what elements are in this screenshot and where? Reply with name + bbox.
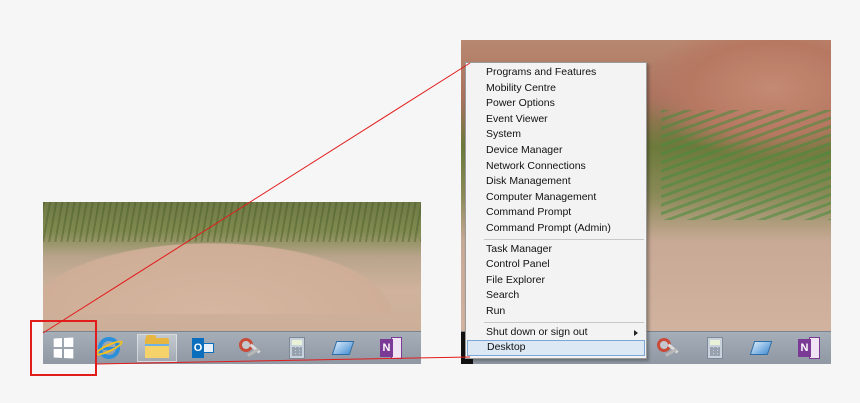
menu-item-command-prompt-admin[interactable]: Command Prompt (Admin) <box>466 221 646 237</box>
journal-icon <box>331 339 355 357</box>
journal-icon <box>749 339 773 357</box>
submenu-arrow-icon <box>634 329 638 336</box>
taskbar-journal[interactable] <box>323 334 363 362</box>
menu-item-disk-management[interactable]: Disk Management <box>466 174 646 190</box>
start-button-highlight <box>30 320 97 376</box>
onenote-icon: N <box>380 337 402 359</box>
taskbar-calculator[interactable] <box>277 334 317 362</box>
menu-item-task-manager[interactable]: Task Manager <box>466 242 646 258</box>
taskbar-outlook[interactable]: O <box>183 334 223 362</box>
power-user-context-menu: Programs and Features Mobility Centre Po… <box>465 62 647 359</box>
menu-item-desktop[interactable]: Desktop <box>467 340 645 356</box>
taskbar-snipping-tool[interactable] <box>229 334 269 362</box>
left-desktop-panel: O N <box>43 202 421 364</box>
taskbar-snipping-tool-zoomed[interactable] <box>647 334 687 362</box>
right-zoomed-panel: N Programs and Features Mobility Centre … <box>461 40 831 364</box>
menu-item-device-manager[interactable]: Device Manager <box>466 143 646 159</box>
taskbar-onenote-zoomed[interactable]: N <box>789 334 829 362</box>
menu-item-programs-and-features[interactable]: Programs and Features <box>466 65 646 81</box>
menu-item-run[interactable]: Run <box>466 304 646 320</box>
menu-item-file-explorer[interactable]: File Explorer <box>466 273 646 289</box>
menu-item-network-connections[interactable]: Network Connections <box>466 159 646 175</box>
taskbar-file-explorer[interactable] <box>137 334 177 362</box>
menu-item-event-viewer[interactable]: Event Viewer <box>466 112 646 128</box>
menu-item-command-prompt[interactable]: Command Prompt <box>466 205 646 221</box>
internet-explorer-icon <box>93 337 125 359</box>
menu-item-shut-down-label: Shut down or sign out <box>486 325 588 338</box>
menu-item-search[interactable]: Search <box>466 288 646 304</box>
file-explorer-icon <box>145 335 169 358</box>
menu-item-control-panel[interactable]: Control Panel <box>466 257 646 273</box>
onenote-letter: N <box>798 339 811 357</box>
snipping-tool-icon <box>655 336 679 360</box>
onenote-icon: N <box>798 337 820 359</box>
menu-item-mobility-centre[interactable]: Mobility Centre <box>466 81 646 97</box>
menu-item-computer-management[interactable]: Computer Management <box>466 190 646 206</box>
taskbar-onenote[interactable]: N <box>371 334 411 362</box>
calculator-icon <box>289 337 305 359</box>
menu-item-power-options[interactable]: Power Options <box>466 96 646 112</box>
menu-item-shut-down-or-sign-out[interactable]: Shut down or sign out <box>466 325 646 341</box>
onenote-letter: N <box>380 339 393 357</box>
calculator-icon <box>707 337 723 359</box>
taskbar-journal-zoomed[interactable] <box>741 334 781 362</box>
taskbar-calculator-zoomed[interactable] <box>695 334 735 362</box>
snipping-tool-icon <box>237 336 261 360</box>
menu-item-system[interactable]: System <box>466 127 646 143</box>
menu-separator <box>484 238 644 240</box>
taskbar-left: O N <box>43 331 421 364</box>
outlook-icon: O <box>192 338 214 358</box>
menu-separator <box>484 321 644 323</box>
